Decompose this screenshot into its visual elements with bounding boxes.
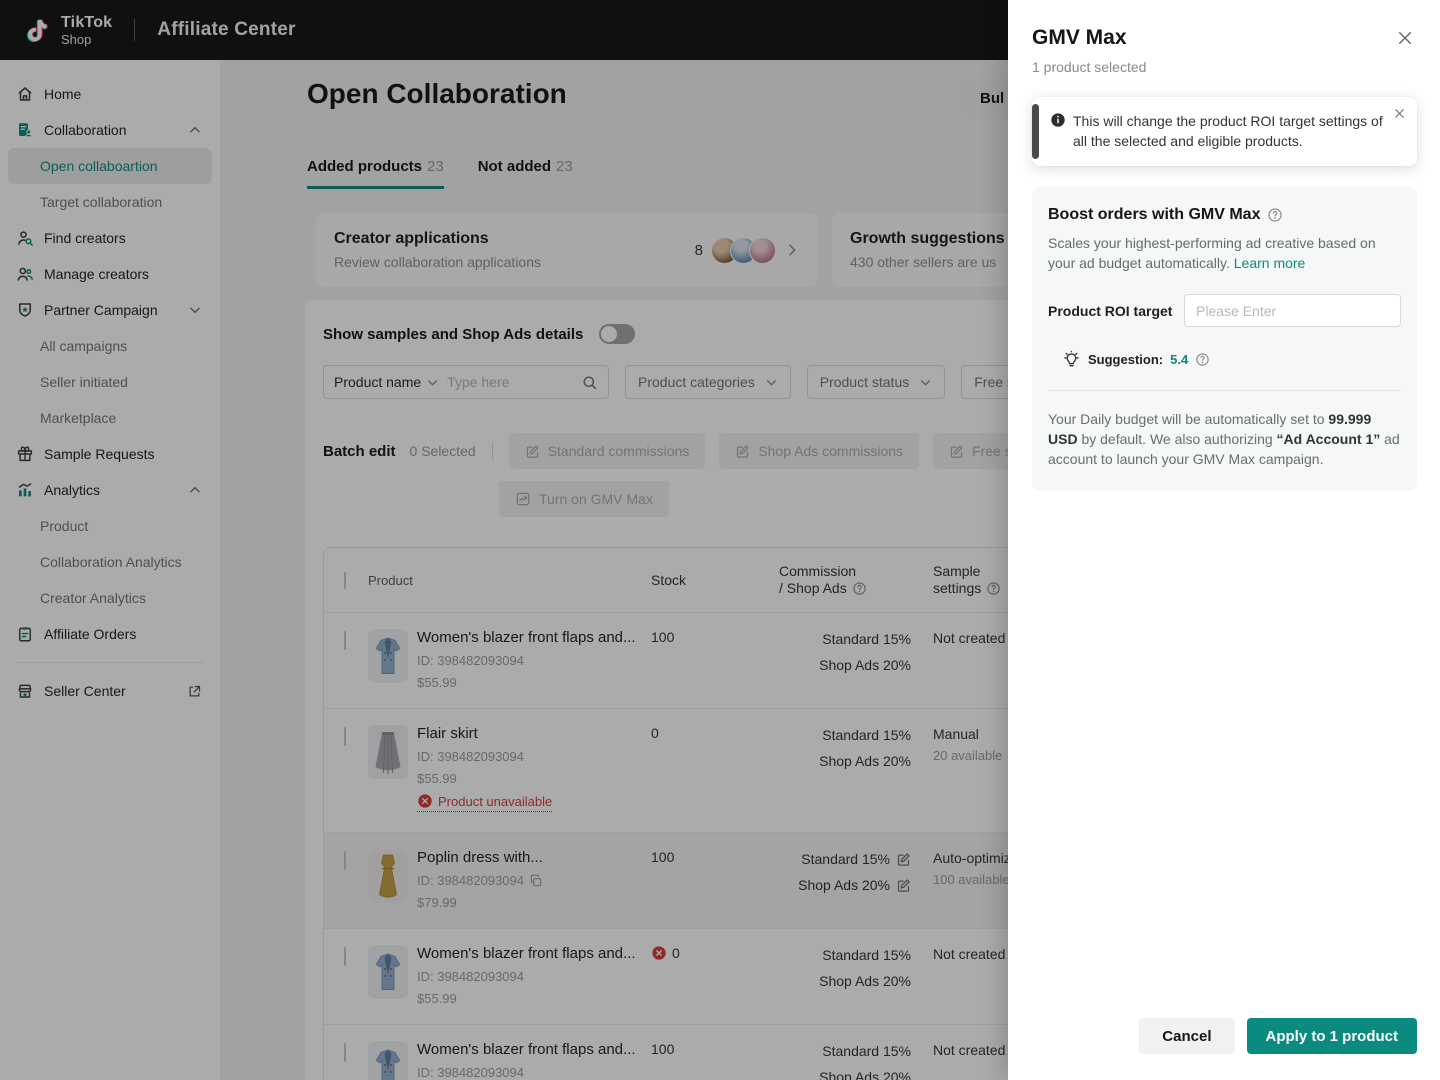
close-icon[interactable]	[1396, 29, 1414, 47]
cancel-button[interactable]: Cancel	[1139, 1018, 1235, 1054]
help-icon[interactable]	[1267, 207, 1283, 223]
budget-bold-segment: “Ad Account 1”	[1276, 431, 1381, 447]
divider	[1048, 390, 1401, 391]
suggestion-value[interactable]: 5.4	[1170, 352, 1188, 367]
gmv-card-description: Scales your highest-performing ad creati…	[1048, 235, 1376, 271]
gmv-max-drawer: GMV Max 1 product selected This will cha…	[1008, 0, 1440, 1080]
budget-description: Your Daily budget will be automatically …	[1048, 409, 1401, 469]
idea-bulb-icon	[1062, 350, 1081, 369]
help-icon[interactable]	[1195, 352, 1210, 367]
gmv-settings-card: Boost orders with GMV Max Scales your hi…	[1032, 187, 1417, 491]
info-icon	[1050, 112, 1066, 128]
info-banner: This will change the product ROI target …	[1032, 97, 1417, 166]
roi-target-label: Product ROI target	[1048, 302, 1173, 319]
gmv-card-title: Boost orders with GMV Max	[1048, 206, 1261, 223]
screen: TikTok Shop Affiliate Center Home Collabo…	[0, 0, 1440, 1080]
budget-segment: Your Daily budget will be automatically …	[1048, 411, 1329, 427]
drawer-subtitle: 1 product selected	[1032, 59, 1147, 75]
learn-more-link[interactable]: Learn more	[1234, 255, 1306, 271]
drawer-footer: Cancel Apply to 1 product	[1008, 1018, 1440, 1080]
drawer-title: GMV Max	[1032, 26, 1127, 49]
budget-segment: by default. We also authorizing	[1077, 431, 1277, 447]
apply-button[interactable]: Apply to 1 product	[1246, 1018, 1417, 1054]
roi-target-input[interactable]	[1184, 294, 1401, 327]
modal-overlay[interactable]	[0, 0, 1008, 1080]
banner-text: This will change the product ROI target …	[1073, 113, 1383, 149]
banner-close-icon[interactable]	[1393, 107, 1407, 121]
suggestion-label: Suggestion:	[1088, 352, 1164, 367]
